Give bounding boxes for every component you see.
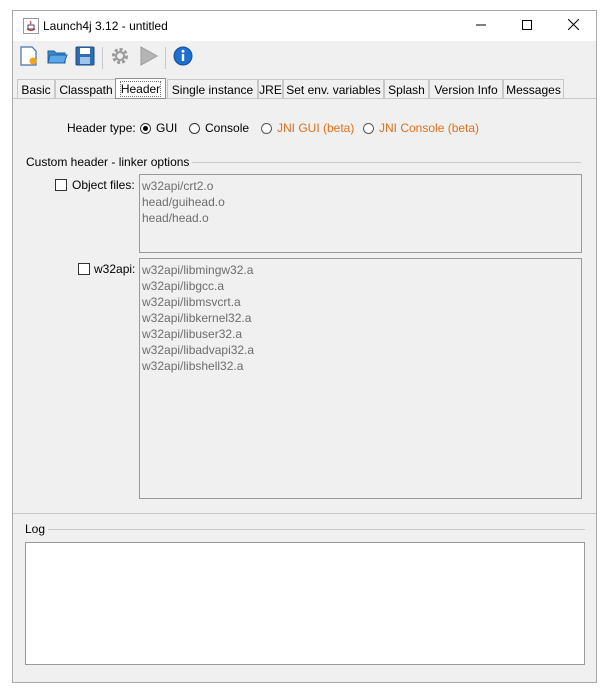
build-button[interactable] [108, 45, 132, 69]
info-icon [172, 45, 194, 70]
list-item: head/guihead.o [142, 195, 225, 209]
radio-jni-gui-label[interactable]: JNI GUI (beta) [277, 121, 354, 135]
build-gear-icon [109, 45, 131, 70]
tab-version-info[interactable]: Version Info [429, 79, 503, 98]
list-item: w32api/libadvapi32.a [142, 343, 255, 357]
log-title: Log [25, 522, 49, 536]
list-item: w32api/libuser32.a [142, 327, 243, 341]
object-files-label[interactable]: Object files: [72, 178, 135, 192]
app-window: Launch4j 3.12 - untitled Basic Classpath… [12, 10, 597, 683]
new-button[interactable] [17, 45, 41, 69]
toolbar-separator [102, 47, 103, 69]
list-item: w32api/libkernel32.a [142, 311, 252, 325]
minimize-button[interactable] [458, 11, 504, 41]
toolbar [13, 41, 596, 77]
open-folder-icon [46, 45, 68, 70]
maximize-button[interactable] [504, 11, 550, 41]
radio-gui[interactable] [140, 123, 151, 134]
minimize-icon [476, 19, 486, 33]
java-app-icon [23, 18, 39, 34]
about-button[interactable] [171, 45, 195, 69]
w32api-list[interactable]: w32api/libmingw32.a w32api/libgcc.a w32a… [139, 258, 582, 499]
w32api-label[interactable]: w32api: [94, 262, 135, 276]
close-icon [567, 18, 579, 33]
header-panel: Header type: GUI Console JNI GUI (beta) … [13, 98, 596, 509]
save-icon [74, 45, 96, 70]
toolbar-separator [165, 47, 166, 69]
panel-separator [13, 513, 596, 514]
list-item: w32api/libgcc.a [142, 279, 225, 293]
radio-gui-label[interactable]: GUI [156, 121, 177, 135]
tab-single-instance[interactable]: Single instance [167, 79, 258, 98]
run-button[interactable] [136, 45, 160, 69]
radio-jni-gui[interactable] [261, 123, 272, 134]
window-title: Launch4j 3.12 - untitled [43, 19, 168, 33]
object-files-checkbox[interactable] [55, 179, 67, 191]
header-type-label: Header type: [67, 121, 136, 135]
tab-header[interactable]: Header [115, 78, 166, 99]
radio-jni-console[interactable] [363, 123, 374, 134]
radio-console[interactable] [189, 123, 200, 134]
tab-jre[interactable]: JRE [258, 79, 283, 98]
list-item: head/head.o [142, 211, 209, 225]
list-item: w32api/libshell32.a [142, 359, 244, 373]
list-item: w32api/crt2.o [142, 179, 214, 193]
run-icon [137, 45, 159, 70]
tab-classpath[interactable]: Classpath [55, 79, 117, 98]
tab-basic[interactable]: Basic [17, 79, 55, 98]
radio-console-label[interactable]: Console [205, 121, 249, 135]
new-file-icon [18, 45, 40, 70]
save-button[interactable] [73, 45, 97, 69]
object-files-list[interactable]: w32api/crt2.o head/guihead.o head/head.o [139, 174, 582, 253]
custom-header-group-title: Custom header - linker options [26, 155, 193, 169]
title-bar[interactable]: Launch4j 3.12 - untitled [13, 11, 596, 41]
tab-splash[interactable]: Splash [384, 79, 429, 98]
close-button[interactable] [550, 11, 596, 41]
tab-set-env-variables[interactable]: Set env. variables [283, 79, 384, 98]
open-button[interactable] [45, 45, 69, 69]
w32api-checkbox[interactable] [78, 263, 90, 275]
list-item: w32api/libmingw32.a [142, 263, 254, 277]
maximize-icon [522, 19, 532, 33]
tab-messages[interactable]: Messages [503, 79, 564, 98]
log-group-border [27, 529, 585, 530]
radio-jni-console-label[interactable]: JNI Console (beta) [379, 121, 479, 135]
list-item: w32api/libmsvcrt.a [142, 295, 241, 309]
log-textarea[interactable] [25, 542, 585, 665]
